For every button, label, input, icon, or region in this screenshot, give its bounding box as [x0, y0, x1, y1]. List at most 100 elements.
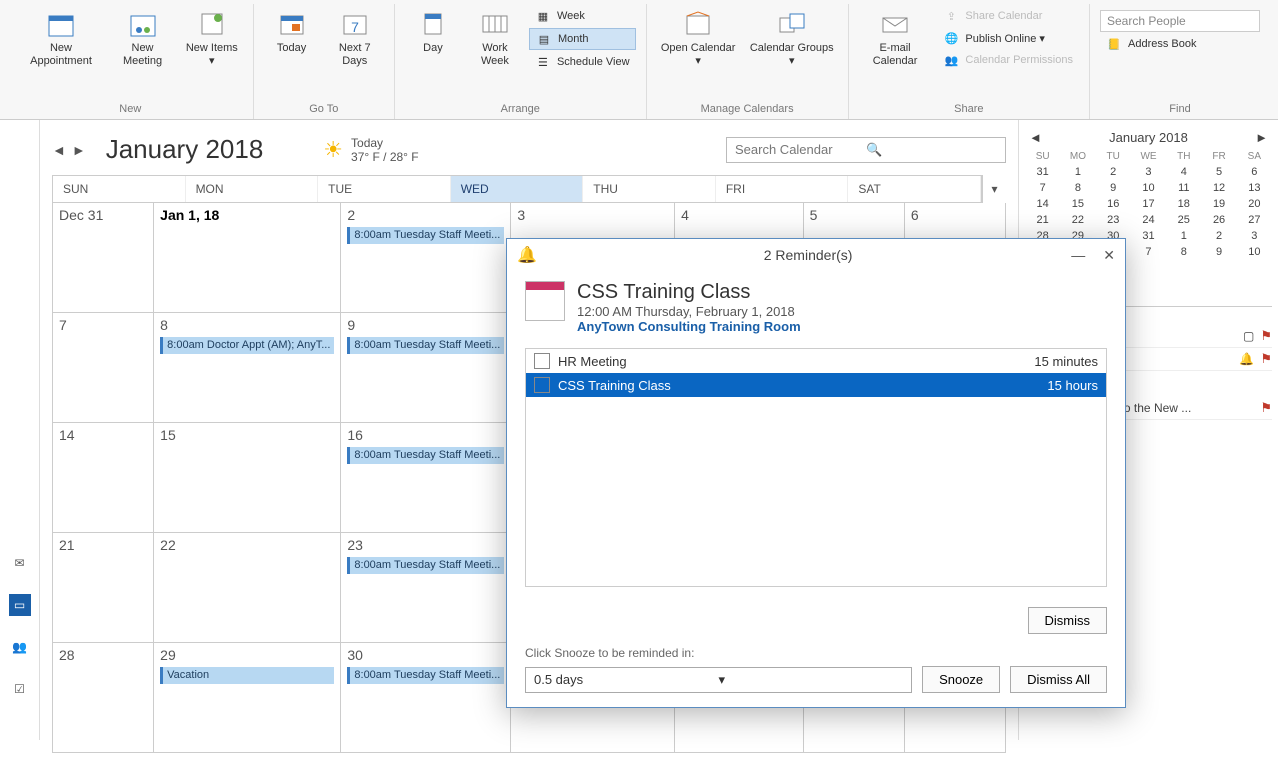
day-button[interactable]: Day — [405, 4, 461, 59]
reminder-item[interactable]: HR Meeting15 minutes — [526, 349, 1106, 373]
mini-day[interactable]: 31 — [1025, 166, 1060, 178]
mini-day[interactable]: 31 — [1131, 230, 1166, 242]
calendar-cell[interactable]: 7 — [53, 313, 154, 423]
mini-day[interactable]: 7 — [1131, 246, 1166, 258]
mini-next-button[interactable]: ► — [1255, 130, 1268, 145]
calendar-cell[interactable]: 308:00am Tuesday Staff Meeti... — [341, 643, 511, 753]
tasks-nav-icon[interactable]: ☑ — [9, 678, 31, 700]
mini-day[interactable]: 3 — [1131, 166, 1166, 178]
week-button[interactable]: ▦Week — [529, 6, 636, 26]
calendar-event[interactable]: 8:00am Tuesday Staff Meeti... — [347, 557, 504, 574]
calendar-event[interactable]: 8:00am Tuesday Staff Meeti... — [347, 667, 504, 684]
snooze-select[interactable]: 0.5 days ▾ — [525, 667, 912, 693]
mini-day[interactable]: 12 — [1201, 182, 1236, 194]
calendar-event[interactable]: 8:00am Tuesday Staff Meeti... — [347, 227, 504, 244]
mini-day[interactable]: 4 — [1166, 166, 1201, 178]
group-label-find: Find — [1169, 101, 1190, 119]
dow-header: TUE — [318, 176, 451, 202]
mini-day[interactable]: 13 — [1237, 182, 1272, 194]
search-calendar-input[interactable]: Search Calendar 🔍 — [726, 137, 1006, 163]
open-calendar-button[interactable]: Open Calendar ▾ — [657, 4, 740, 72]
mini-day[interactable]: 27 — [1237, 214, 1272, 226]
mini-day[interactable]: 3 — [1237, 230, 1272, 242]
prev-month-button[interactable]: ◄ — [52, 142, 66, 158]
mini-day[interactable]: 21 — [1025, 214, 1060, 226]
search-people-input[interactable]: Search People — [1100, 10, 1260, 32]
mini-day[interactable]: 1 — [1060, 166, 1095, 178]
calendar-cell[interactable]: 14 — [53, 423, 154, 533]
mini-day[interactable]: 22 — [1060, 214, 1095, 226]
address-book-button[interactable]: 📒Address Book — [1100, 34, 1260, 54]
mini-day[interactable]: 2 — [1096, 166, 1131, 178]
calendar-cell[interactable]: 28 — [53, 643, 154, 753]
mini-day[interactable]: 20 — [1237, 198, 1272, 210]
mini-day[interactable]: 8 — [1166, 246, 1201, 258]
calendar-nav-icon[interactable]: ▭ — [9, 594, 31, 616]
mini-day[interactable]: 8 — [1060, 182, 1095, 194]
week-icon: ▦ — [535, 8, 551, 24]
calendar-cell[interactable]: 15 — [154, 423, 341, 533]
new-meeting-button[interactable]: New Meeting — [110, 4, 175, 72]
calendar-cell[interactable]: Dec 31 — [53, 203, 154, 313]
next7days-button[interactable]: 7 Next 7 Days — [326, 4, 384, 72]
mini-day[interactable]: 10 — [1131, 182, 1166, 194]
calendar-cell[interactable]: 238:00am Tuesday Staff Meeti... — [341, 533, 511, 643]
today-button[interactable]: Today — [264, 4, 320, 59]
group-label-new: New — [119, 101, 141, 119]
mini-prev-button[interactable]: ◄ — [1029, 130, 1042, 145]
mini-day[interactable]: 18 — [1166, 198, 1201, 210]
mini-day[interactable]: 9 — [1096, 182, 1131, 194]
mail-nav-icon[interactable]: ✉ — [9, 552, 31, 574]
globe-icon: 🌐 — [943, 30, 959, 46]
mini-day[interactable]: 1 — [1166, 230, 1201, 242]
items-icon — [196, 8, 228, 40]
calendar-cell[interactable]: 22 — [154, 533, 341, 643]
mini-day[interactable]: 14 — [1025, 198, 1060, 210]
schedule-view-button[interactable]: ☰Schedule View — [529, 52, 636, 72]
minimize-button[interactable]: — — [1071, 247, 1085, 264]
calendar-cell[interactable]: 29Vacation — [154, 643, 341, 753]
calendar-cell[interactable]: Jan 1, 18 — [154, 203, 341, 313]
calendar-cell[interactable]: 88:00am Doctor Appt (AM); AnyT... — [154, 313, 341, 423]
mini-day[interactable]: 2 — [1201, 230, 1236, 242]
left-nav: › ✉ ▭ 👥 ☑ — [0, 120, 40, 740]
calendar-event[interactable]: 8:00am Doctor Appt (AM); AnyT... — [160, 337, 334, 354]
calendar-cell[interactable]: 168:00am Tuesday Staff Meeti... — [341, 423, 511, 533]
mini-day[interactable]: 24 — [1131, 214, 1166, 226]
calendar-cell[interactable]: 98:00am Tuesday Staff Meeti... — [341, 313, 511, 423]
publish-online-button[interactable]: 🌐Publish Online ▾ — [937, 28, 1079, 48]
people-nav-icon[interactable]: 👥 — [9, 636, 31, 658]
month-button[interactable]: ▤Month — [529, 28, 636, 50]
calendar-groups-button[interactable]: Calendar Groups ▾ — [746, 4, 838, 72]
next-month-button[interactable]: ► — [72, 142, 86, 158]
calendar-event[interactable]: Vacation — [160, 667, 334, 684]
mini-day[interactable]: 11 — [1166, 182, 1201, 194]
mini-day[interactable]: 5 — [1201, 166, 1236, 178]
mini-day[interactable]: 26 — [1201, 214, 1236, 226]
mini-day[interactable]: 10 — [1237, 246, 1272, 258]
dismiss-button[interactable]: Dismiss — [1028, 607, 1108, 634]
view-options-button[interactable]: ▾ — [982, 175, 1006, 203]
month-icon: ▤ — [536, 31, 552, 47]
mini-day[interactable]: 19 — [1201, 198, 1236, 210]
email-calendar-button[interactable]: E-mail Calendar — [859, 4, 932, 72]
mini-day[interactable]: 6 — [1237, 166, 1272, 178]
mini-day[interactable]: 15 — [1060, 198, 1095, 210]
mini-day[interactable]: 17 — [1131, 198, 1166, 210]
close-button[interactable]: ✕ — [1103, 247, 1115, 264]
mini-day[interactable]: 16 — [1096, 198, 1131, 210]
new-items-button[interactable]: New Items ▾ — [181, 4, 243, 72]
dismiss-all-button[interactable]: Dismiss All — [1010, 666, 1107, 693]
reminder-item[interactable]: CSS Training Class15 hours — [526, 373, 1106, 397]
mini-day[interactable]: 23 — [1096, 214, 1131, 226]
calendar-event[interactable]: 8:00am Tuesday Staff Meeti... — [347, 447, 504, 464]
calendar-cell[interactable]: 28:00am Tuesday Staff Meeti... — [341, 203, 511, 313]
calendar-event[interactable]: 8:00am Tuesday Staff Meeti... — [347, 337, 504, 354]
calendar-cell[interactable]: 21 — [53, 533, 154, 643]
mini-day[interactable]: 9 — [1201, 246, 1236, 258]
mini-day[interactable]: 7 — [1025, 182, 1060, 194]
mini-day[interactable]: 25 — [1166, 214, 1201, 226]
snooze-button[interactable]: Snooze — [922, 666, 1000, 693]
workweek-button[interactable]: Work Week — [467, 4, 523, 72]
new-appointment-button[interactable]: New Appointment — [18, 4, 104, 72]
